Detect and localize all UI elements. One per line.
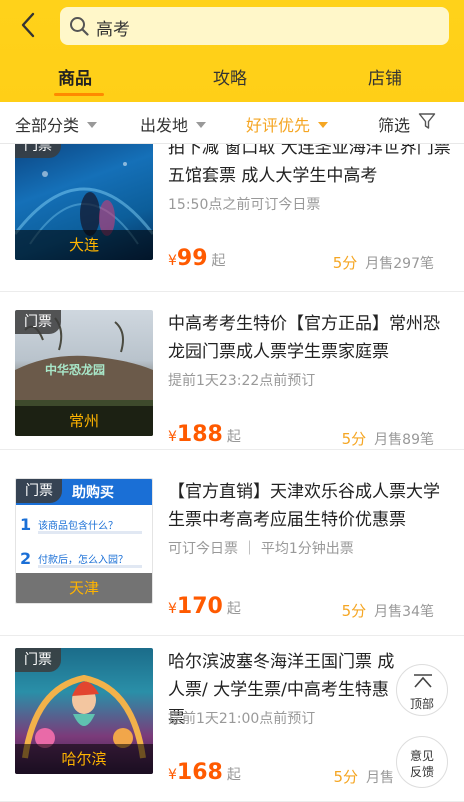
product-thumbnail: 中华恐龙园 门票 常州 [15, 310, 153, 436]
filter-bar: 全部分类 出发地 好评优先 筛选 [0, 102, 464, 144]
price-value: 188 [176, 422, 223, 447]
list-item[interactable]: 中华恐龙园 门票 常州 中高考考生特价【官方正品】常州恐龙园门票成人票学生票家庭… [0, 292, 464, 450]
filter-all-categories-label: 全部分类 [15, 116, 80, 135]
price-suffix: 起 [226, 601, 241, 617]
city-label: 常州 [15, 406, 153, 436]
tab-stores[interactable]: 店铺 [368, 64, 402, 89]
search-input[interactable]: 高考 [96, 15, 130, 40]
price-suffix: 起 [226, 429, 241, 445]
product-title[interactable]: 【官方直销】天津欢乐谷成人票大学生票中考高考应届生特价优惠票 [168, 478, 452, 534]
feedback-label-line1: 意见 [409, 749, 434, 763]
product-title[interactable]: 拍下减 窗口取 大连圣亚海洋世界门票 五馆套票 成人大学生中高考 [168, 144, 452, 190]
product-rating: 5分 月售297笔 [333, 252, 434, 273]
product-thumbnail: 门票 哈尔滨 [15, 648, 153, 774]
monthly-sales: 月售 [366, 770, 394, 786]
product-subtitle: 可订今日票 ｜ 平均1分钟出票 [168, 541, 354, 557]
purchase-help-heading: 助购买 [72, 485, 114, 501]
rating-score: 5分 [341, 430, 367, 448]
active-tab-indicator [54, 93, 104, 96]
ticket-tag: 门票 [16, 479, 62, 503]
svg-text:中华恐龙园: 中华恐龙园 [45, 362, 105, 377]
price-suffix: 起 [211, 253, 226, 269]
filter-sort-rating[interactable]: 好评优先 [246, 112, 329, 136]
product-subtitle: 提前1天23:22点前预订 [168, 373, 316, 389]
funnel-icon[interactable] [418, 112, 436, 130]
product-thumbnail: 助购买 1 该商品包含什么？ 2 付款后，怎么入园？ 门票 天津 [15, 478, 153, 604]
price-suffix: 起 [226, 767, 241, 783]
step-number-1: 1 [20, 515, 32, 534]
monthly-sales: 月售34笔 [374, 604, 434, 620]
product-price: ¥99 起 [168, 246, 226, 271]
faq-line [38, 565, 142, 568]
filter-departure[interactable]: 出发地 [140, 112, 207, 136]
rating-score: 5分 [333, 768, 358, 786]
filter-screen[interactable]: 筛选 [378, 112, 410, 136]
currency-symbol: ¥ [168, 767, 177, 783]
ticket-tag: 门票 [15, 648, 61, 672]
filter-all-categories[interactable]: 全部分类 [15, 112, 98, 136]
arrow-up-icon [414, 674, 432, 688]
tab-goods[interactable]: 商品 [58, 64, 92, 89]
app-header: 高考 商品 攻略 店铺 [0, 0, 464, 102]
price-value: 170 [176, 594, 223, 619]
product-list: 门票 大连 拍下减 窗口取 大连圣亚海洋世界门票 五馆套票 成人大学生中高考 1… [0, 144, 464, 802]
product-title[interactable]: 中高考考生特价【官方正品】常州恐龙园门票成人票学生票家庭票 [168, 310, 452, 366]
feedback-label-line2: 反馈 [409, 765, 434, 779]
product-price: ¥168 起 [168, 760, 241, 785]
list-item[interactable]: 门票 大连 拍下减 窗口取 大连圣亚海洋世界门票 五馆套票 成人大学生中高考 1… [0, 144, 464, 292]
product-subtitle: 提前1天21:00点前预订 [168, 711, 316, 727]
product-price: ¥188 起 [168, 422, 241, 447]
faq-question-1: 该商品包含什么？ [38, 521, 118, 532]
search-icon [70, 17, 89, 36]
rating-score: 5分 [332, 254, 358, 272]
city-label: 大连 [15, 230, 153, 260]
product-rating: 5分 月售89笔 [342, 428, 434, 449]
city-label: 天津 [16, 573, 152, 603]
monthly-sales: 月售89笔 [374, 432, 434, 448]
search-bar[interactable]: 高考 [60, 7, 449, 45]
product-thumbnail: 门票 大连 [15, 144, 153, 260]
filter-sort-rating-label: 好评优先 [246, 116, 311, 135]
product-price: ¥170 起 [168, 594, 241, 619]
tab-guides[interactable]: 攻略 [213, 64, 247, 89]
ticket-tag: 门票 [15, 144, 61, 158]
faq-line [38, 531, 142, 534]
back-arrow-icon[interactable] [14, 10, 44, 40]
price-value: 168 [176, 760, 223, 785]
caret-down-icon [196, 121, 207, 128]
price-value: 99 [176, 246, 208, 271]
back-to-top-label: 顶部 [409, 697, 434, 711]
product-rating: 5分 月售34笔 [342, 600, 434, 621]
caret-down-icon [87, 121, 98, 128]
city-label: 哈尔滨 [15, 744, 153, 774]
filter-screen-label: 筛选 [378, 116, 411, 135]
ticket-tag: 门票 [15, 310, 61, 334]
caret-down-icon [318, 121, 329, 128]
rating-score: 5分 [341, 602, 367, 620]
step-number-2: 2 [20, 549, 32, 568]
feedback-button[interactable]: 意见 反馈 [396, 736, 448, 788]
faq-question-2: 付款后，怎么入园？ [38, 555, 128, 566]
currency-symbol: ¥ [168, 253, 177, 269]
currency-symbol: ¥ [168, 601, 177, 617]
currency-symbol: ¥ [168, 429, 177, 445]
product-rating: 5分 月售 [333, 766, 394, 787]
back-to-top-button[interactable]: 顶部 [396, 664, 448, 716]
list-item[interactable]: 门票 哈尔滨 哈尔滨波塞冬海洋王国门票 成人票/ 大学生票/中高考生特惠票 提前… [0, 636, 464, 802]
product-subtitle: 15:50点之前可订今日票 [168, 197, 321, 213]
filter-departure-label: 出发地 [140, 116, 189, 135]
monthly-sales: 月售297笔 [365, 256, 434, 272]
list-item[interactable]: 助购买 1 该商品包含什么？ 2 付款后，怎么入园？ 门票 天津 【官方直销】天… [0, 466, 464, 636]
